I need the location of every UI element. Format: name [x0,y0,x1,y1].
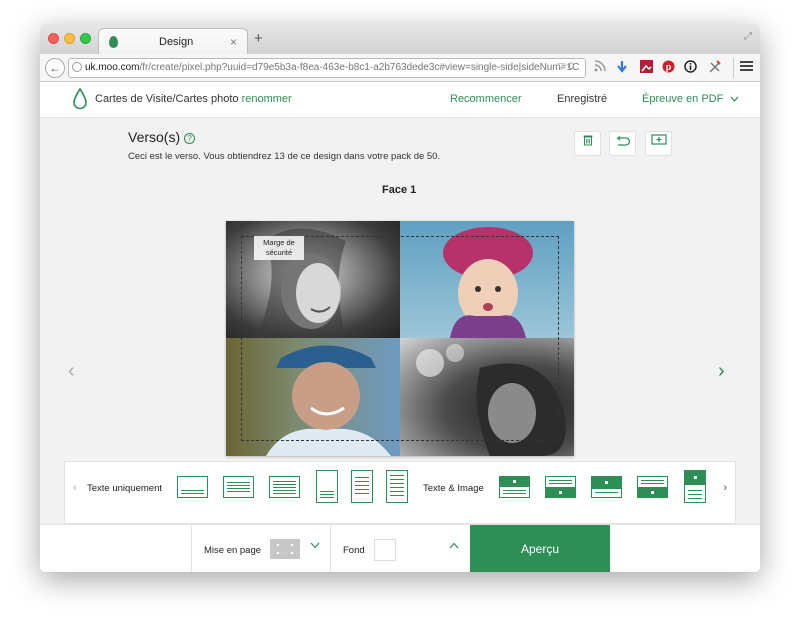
moo-favicon-icon [109,36,118,48]
help-icon[interactable]: ? [184,132,196,144]
product-type: Cartes de Visite/ [95,93,176,105]
globe-icon [72,62,82,72]
safe-margin-label: Marge de sécurité [254,236,304,260]
section-title: Verso(s)? [128,129,196,145]
tab-close-icon[interactable]: × [230,35,237,49]
pdf-proof-dropdown[interactable]: Épreuve en PDF [642,93,739,105]
moo-logo-icon[interactable] [73,88,87,110]
restart-link[interactable]: Recommencer [450,93,522,105]
safe-margin-guide [241,236,559,441]
url-path: /fr/create/pixel.php?uuid=d79e5b3a-f8ea-… [139,62,580,73]
delete-button[interactable] [574,131,601,156]
pinterest-icon[interactable]: p [660,60,676,76]
section-description: Ceci est le verso. Vous obtiendrez 13 de… [128,151,441,162]
tools-icon[interactable] [706,60,722,76]
layout-picker: ‹ Texte uniquement Texte & Image › [64,461,736,524]
url-host: uk.moo.com [85,62,140,73]
saved-status: Enregistré [557,93,608,105]
layout-text-3[interactable] [269,476,300,498]
layout-text-2[interactable] [223,476,254,498]
trash-icon [583,135,592,146]
fullscreen-icon[interactable]: ⤢ [744,31,752,42]
layout-text-image-1[interactable] [499,476,530,498]
minimize-window-button[interactable] [64,33,75,44]
url-field[interactable]: uk.moo.com/fr/create/pixel.php?uuid=d79e… [68,58,586,78]
pdf-proof-label: Épreuve en PDF [642,93,724,105]
download-icon[interactable] [614,60,630,76]
rename-link[interactable]: renommer [242,93,292,105]
layout-dropdown-chevron-icon[interactable] [310,541,320,552]
browser-tab[interactable]: Design × [98,28,248,54]
layout-grid-icon[interactable] [270,539,300,559]
previous-side-button[interactable]: ‹ [68,360,75,383]
rss-icon[interactable] [592,60,608,76]
layout-text-image-5[interactable] [684,470,706,503]
title-bar: Design × + ⤢ [40,24,760,54]
site-header: Cartes de Visite/Cartes photo renommer R… [40,82,760,118]
browser-window: Design × + ⤢ ← uk.moo.com/fr/create/pixe… [40,24,760,572]
layout-text-5[interactable] [351,470,373,503]
bar-divider [330,525,331,572]
preview-button[interactable]: Aperçu [470,525,610,572]
layouts-previous-button[interactable]: ‹ [73,482,77,494]
undo-icon [615,136,630,146]
new-tab-button[interactable]: + [254,30,263,47]
layout-label: Mise en page [204,545,262,556]
add-element-button[interactable] [645,131,672,156]
bar-divider [191,525,192,572]
navigation-toolbar: ← uk.moo.com/fr/create/pixel.php?uuid=d7… [40,54,760,82]
layout-text-1[interactable] [177,476,208,498]
text-image-label: Texte & Image [423,483,484,494]
tab-title: Design [159,36,194,48]
layout-text-image-4[interactable] [637,476,668,498]
chevron-down-icon [730,96,739,102]
background-color-swatch[interactable] [374,539,396,561]
back-button[interactable]: ← [45,58,65,78]
close-window-button[interactable] [48,33,59,44]
menu-icon[interactable] [738,60,754,76]
background-dropdown-chevron-icon[interactable] [449,541,459,552]
background-label: Fond [343,545,365,556]
bookmark-icon[interactable] [638,60,654,76]
add-frame-icon [650,134,667,145]
section-title-text: Verso(s) [128,129,181,145]
layouts-next-button[interactable]: › [723,482,727,494]
info-icon[interactable] [682,60,698,76]
reload-icon[interactable]: ▽ C [558,61,574,72]
undo-button[interactable] [609,131,636,156]
product-subtype: Cartes photo [175,93,239,105]
text-only-label: Texte uniquement [87,483,162,494]
layout-text-image-3[interactable] [591,476,622,498]
card-canvas[interactable]: Marge de sécurité [226,221,574,456]
layout-text-4[interactable] [316,470,338,503]
bottom-bar: Mise en page Fond Aperçu [40,524,760,572]
next-side-button[interactable]: › [718,360,725,383]
svg-text:p: p [665,62,671,72]
layout-text-image-2[interactable] [545,476,576,498]
maximize-window-button[interactable] [80,33,91,44]
layout-text-6[interactable] [386,470,408,503]
toolbar-divider [733,58,734,78]
product-name: Cartes de Visite/Cartes photo renommer [95,93,292,105]
face-label: Face 1 [382,184,417,196]
